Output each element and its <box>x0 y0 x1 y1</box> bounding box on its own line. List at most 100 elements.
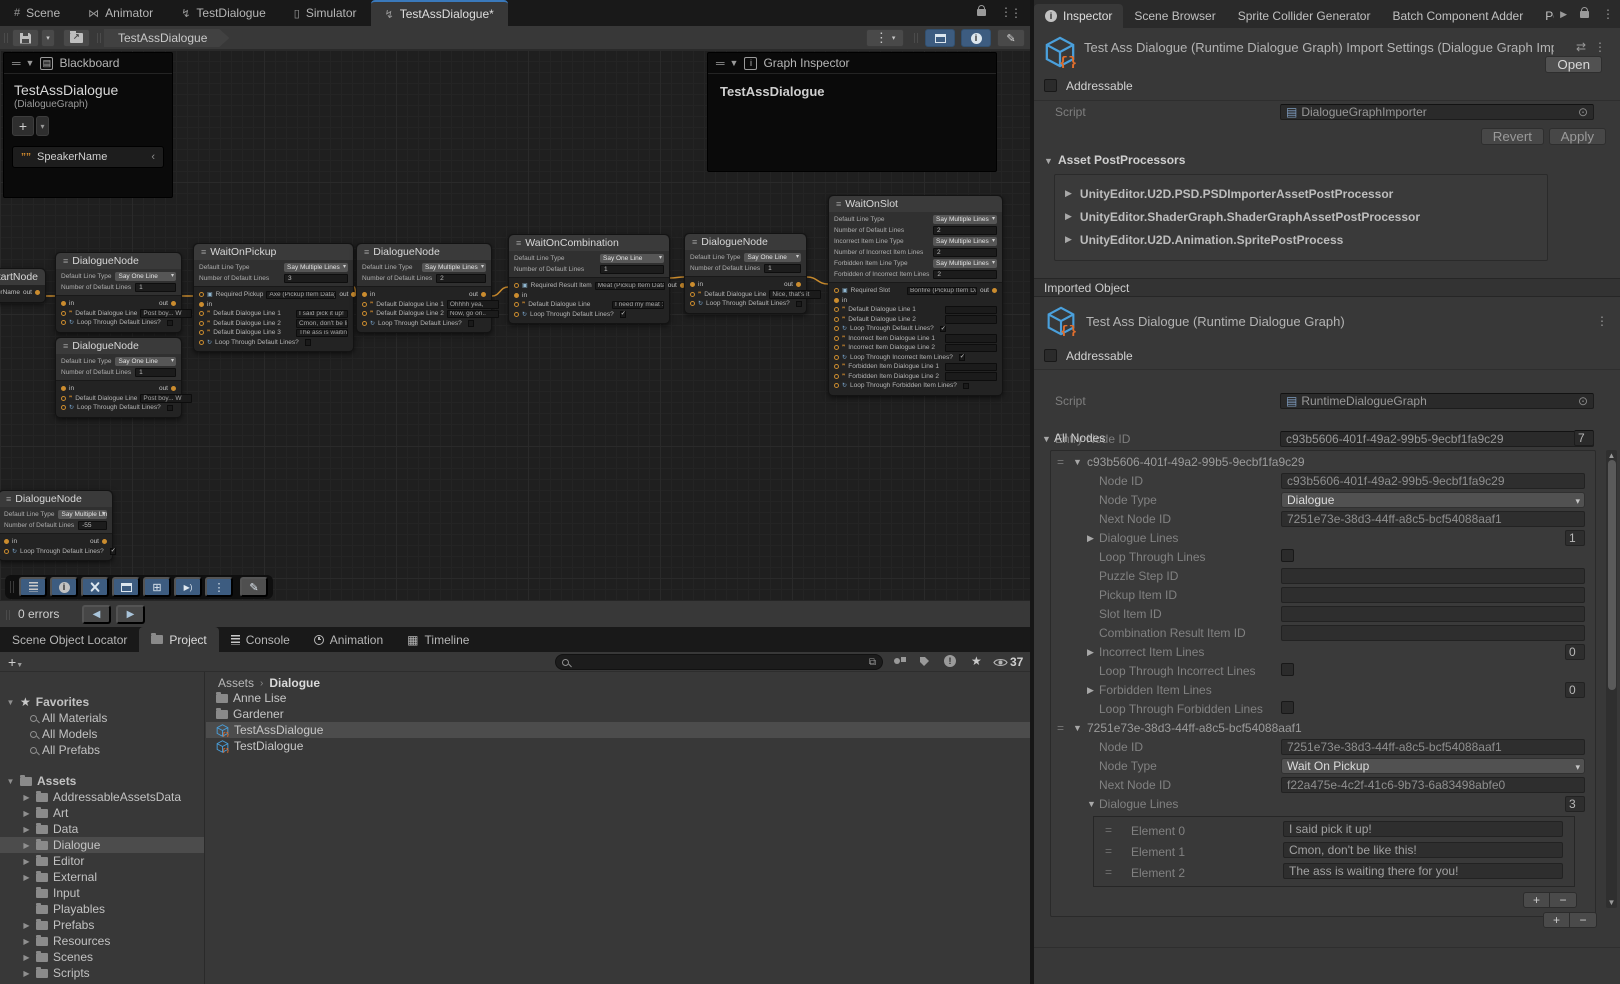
header-kebab-icon[interactable]: ⋮ <box>1594 40 1606 54</box>
object-field[interactable]: Bonfire (Pickup Item Da⊙ <box>907 287 977 296</box>
row-port[interactable] <box>4 549 9 554</box>
line-text-field[interactable] <box>945 372 997 381</box>
apply-button[interactable]: Apply <box>1549 128 1606 145</box>
tree-item-scripts[interactable]: ▶Scripts <box>0 965 204 981</box>
tree-item-resources[interactable]: ▶Resources <box>0 933 204 949</box>
line-text-field[interactable] <box>945 306 997 315</box>
project-tree[interactable]: ▼★FavoritesAll MaterialsAll ModelsAll Pr… <box>0 672 205 984</box>
foldout-arrow-icon[interactable]: ▶ <box>22 825 31 834</box>
loop-checkbox[interactable]: ✓ <box>620 311 627 318</box>
out-port[interactable] <box>35 290 40 295</box>
blackboard-toggle-button[interactable] <box>925 29 955 47</box>
foldout-arrow-icon[interactable]: ▶ <box>1087 685 1094 696</box>
config-number-field[interactable]: 3 <box>284 274 348 283</box>
array-add-button[interactable]: + <box>1544 913 1570 927</box>
drag-handle-icon[interactable]: = <box>1105 865 1111 879</box>
drag-handle-icon[interactable]: = <box>1057 721 1063 735</box>
config-number-field[interactable]: 2 <box>436 274 486 283</box>
row-port[interactable] <box>834 355 839 360</box>
main-tab-testassdialogue[interactable]: ↯TestAssDialogue* <box>371 0 508 26</box>
out-port[interactable] <box>481 292 486 297</box>
tree-item-art[interactable]: ▶Art <box>0 805 204 821</box>
out-port[interactable] <box>992 288 997 293</box>
node-entry-header[interactable]: =▼7251e73e-38d3-44ff-a8c5-bcf54088aaf1 <box>1051 719 1595 738</box>
tree-item-editor[interactable]: ▶Editor <box>0 853 204 869</box>
row-port[interactable] <box>61 396 66 401</box>
graph-node-waitonpickup-3[interactable]: ≡WaitOnPickupDefault Line TypeSay Multip… <box>193 243 354 352</box>
search-external-icon[interactable]: ⧉ <box>869 657 876 668</box>
config-number-field[interactable]: 2 <box>933 270 997 279</box>
line-text-field[interactable]: I need my meat :) <box>612 301 664 310</box>
line-text-field[interactable]: Post boy... W <box>140 394 192 403</box>
postprocessors-foldout-arrow[interactable]: ▼ <box>1044 156 1053 166</box>
loop-checkbox[interactable]: ✓ <box>940 326 947 333</box>
row-port[interactable] <box>514 312 519 317</box>
foldout-arrow-icon[interactable]: ▶ <box>22 809 31 818</box>
property-field[interactable]: 7251e73e-38d3-44ff-a8c5-bcf54088aaf1 <box>1281 739 1585 755</box>
show-in-project-button[interactable] <box>63 29 90 47</box>
blackboard-property-speakername[interactable]: ”” SpeakerName ‹ <box>12 146 164 168</box>
previous-error-button[interactable]: ◀ <box>82 605 111 624</box>
list-remove-button[interactable]: − <box>1550 893 1576 907</box>
config-dropdown[interactable]: Say Multiple Lines <box>284 263 348 272</box>
favorite-item-all-models[interactable]: All Models <box>0 726 204 742</box>
breadcrumb[interactable]: Assets › Dialogue <box>206 672 1030 690</box>
row-port[interactable] <box>834 364 839 369</box>
collapse-arrow-icon[interactable]: ▼ <box>26 58 35 68</box>
foldout-arrow-icon[interactable]: ▶ <box>1087 533 1094 544</box>
row-port[interactable] <box>690 292 695 297</box>
tree-item-dialogue[interactable]: ▶Dialogue <box>0 837 204 853</box>
property-dropdown[interactable]: Wait On Pickup <box>1281 758 1585 774</box>
main-tab-simulator[interactable]: ▯Simulator <box>280 0 371 26</box>
foldout-arrow-icon[interactable]: ▶ <box>1065 211 1072 222</box>
runtime-script-field[interactable]: ▤ RuntimeDialogueGraph ⊙ <box>1280 393 1594 409</box>
in-port[interactable] <box>61 301 66 306</box>
create-asset-button[interactable]: +▼ <box>8 654 23 670</box>
loop-checkbox[interactable] <box>963 383 970 390</box>
importance-filter-icon[interactable]: ! <box>944 655 956 667</box>
save-graph-button[interactable] <box>12 29 39 47</box>
config-dropdown[interactable]: Say One Line <box>115 272 176 281</box>
graph-node-waitonslot-7[interactable]: ≡WaitOnSlotDefault Line TypeSay Multiple… <box>828 195 1003 396</box>
inspector-tab-sprite-collider-generator[interactable]: Sprite Collider Generator <box>1227 4 1382 28</box>
property-field[interactable]: f22a475e-4c2f-41c6-9b73-6a83498abfe0 <box>1281 777 1585 793</box>
property-field[interactable]: 7251e73e-38d3-44ff-a8c5-bcf54088aaf1 <box>1281 511 1585 527</box>
config-number-field[interactable]: -55 <box>78 521 107 530</box>
bottom-tab-console[interactable]: Console <box>219 627 302 652</box>
in-port[interactable] <box>4 539 9 544</box>
out-port[interactable] <box>796 282 801 287</box>
revert-button[interactable]: Revert <box>1481 128 1544 145</box>
loop-checkbox[interactable] <box>167 405 174 412</box>
loop-checkbox[interactable] <box>468 320 475 327</box>
view-toolbar-layout-button[interactable]: ⊞ <box>143 577 171 597</box>
script-object-field[interactable]: ▤ DialogueGraphImporter ⊙ <box>1280 104 1594 120</box>
foldout-arrow-icon[interactable]: ▼ <box>6 777 15 786</box>
bottom-tab-scene-object-locator[interactable]: Scene Object Locator <box>0 627 139 652</box>
view-toolbar-kebab-button[interactable]: ⋮ <box>205 577 233 597</box>
row-port[interactable] <box>834 336 839 341</box>
line-text-field[interactable]: Cmon, don't be like this! <box>296 319 348 328</box>
inspector-scrollbar[interactable]: ▲ ▼ <box>1606 450 1617 908</box>
property-field[interactable] <box>1281 587 1585 603</box>
inspector-kebab-icon[interactable]: ⋮ <box>1602 7 1614 21</box>
graph-node-dialoguenode-4[interactable]: ≡DialogueNodeDefault Line TypeSay Multip… <box>356 243 492 333</box>
foldout-arrow-icon[interactable]: ▶ <box>1087 647 1094 658</box>
graph-node-dialoguenode-1[interactable]: ≡DialogueNodeDefault Line TypeSay One Li… <box>55 252 182 333</box>
row-port[interactable] <box>61 405 66 410</box>
add-property-dropdown[interactable]: ▾ <box>36 116 49 136</box>
expand-chevron-icon[interactable]: ‹ <box>151 151 155 163</box>
row-port[interactable] <box>61 311 66 316</box>
object-picker-icon[interactable]: ⊙ <box>1578 105 1588 119</box>
imported-addressable-checkbox[interactable] <box>1044 349 1057 362</box>
foldout-arrow-icon[interactable]: ▶ <box>22 793 31 802</box>
config-dropdown[interactable]: Say One Line <box>744 253 801 262</box>
view-toolbar-tools-button[interactable] <box>81 577 109 597</box>
drag-handle-icon[interactable]: = <box>1105 823 1111 837</box>
config-dropdown[interactable]: Say Multiple Lines <box>933 259 997 268</box>
view-toolbar-list-button[interactable] <box>19 577 47 597</box>
property-checkbox[interactable] <box>1281 663 1294 676</box>
property-checkbox[interactable] <box>1281 701 1294 714</box>
graph-inspector-toggle-button[interactable]: i <box>961 29 991 47</box>
config-number-field[interactable]: 1 <box>135 283 176 292</box>
object-field[interactable]: Axe (Pickup Item Data)⊙ <box>266 291 336 300</box>
